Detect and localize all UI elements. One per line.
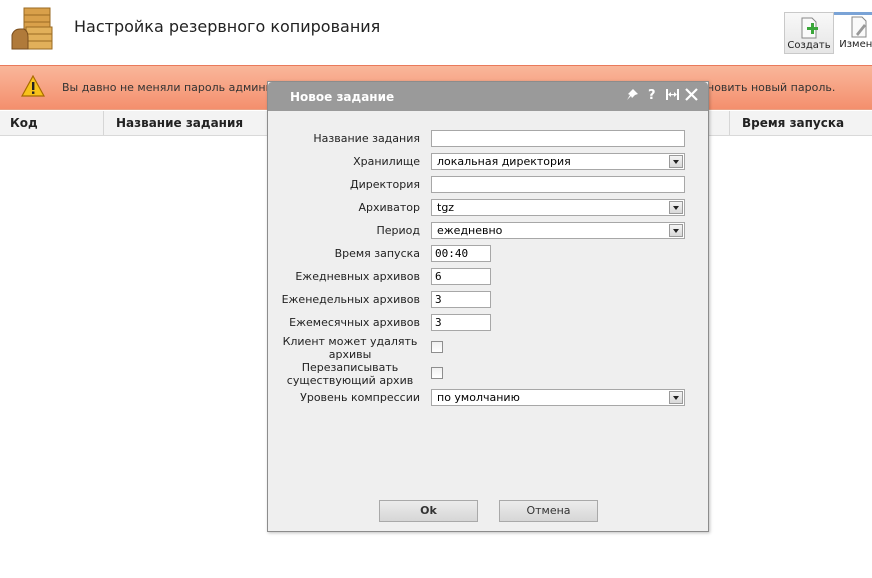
directory-label: Директория xyxy=(349,178,420,191)
monthly-archives-input[interactable] xyxy=(431,314,491,331)
column-header-code[interactable]: Код xyxy=(10,116,38,130)
chevron-down-icon[interactable] xyxy=(669,155,683,168)
edit-button-label: Измени xyxy=(839,39,872,50)
top-corner-decoration xyxy=(822,0,872,15)
daily-archives-label: Ежедневных архивов xyxy=(295,270,420,283)
edit-document-icon xyxy=(851,16,867,38)
job-name-label: Название задания xyxy=(313,132,420,145)
archiver-select[interactable]: tgz xyxy=(431,199,685,216)
new-job-dialog: Новое задание ? Название задания Хранили… xyxy=(267,81,709,532)
edit-button[interactable]: Измени xyxy=(836,12,872,54)
job-name-input[interactable] xyxy=(431,130,685,147)
storage-label: Хранилище xyxy=(353,155,420,168)
client-can-delete-checkbox[interactable] xyxy=(431,341,443,353)
close-icon[interactable] xyxy=(685,88,698,106)
column-header-job-name[interactable]: Название задания xyxy=(116,116,243,130)
archiver-select-value: tgz xyxy=(437,201,455,214)
cancel-button[interactable]: Отмена xyxy=(499,500,598,522)
chevron-down-icon[interactable] xyxy=(669,391,683,404)
storage-select-value: локальная директория xyxy=(437,155,571,168)
chevron-down-icon[interactable] xyxy=(669,224,683,237)
page-title: Настройка резервного копирования xyxy=(74,17,381,36)
storage-select[interactable]: локальная директория xyxy=(431,153,685,170)
overwrite-existing-checkbox[interactable] xyxy=(431,367,443,379)
create-button[interactable]: Создать xyxy=(784,12,834,54)
compression-level-select[interactable]: по умолчанию xyxy=(431,389,685,406)
compression-level-select-value: по умолчанию xyxy=(437,391,520,404)
help-icon[interactable]: ? xyxy=(648,88,656,104)
period-select-value: ежедневно xyxy=(437,224,503,237)
ok-button[interactable]: Ok xyxy=(379,500,478,522)
period-label: Период xyxy=(376,224,420,237)
compression-level-label: Уровень компрессии xyxy=(300,391,420,404)
dialog-titlebar[interactable]: Новое задание ? xyxy=(268,82,708,111)
pin-icon[interactable] xyxy=(626,88,639,106)
archive-boxes-icon xyxy=(10,5,56,51)
warning-link-text[interactable]: новить новый пароль. xyxy=(707,81,835,94)
overwrite-existing-label: Перезаписывать существующий архив xyxy=(286,361,414,387)
directory-input[interactable] xyxy=(431,176,685,193)
app-header: Настройка резервного копирования Создать… xyxy=(0,0,872,66)
archiver-label: Архиватор xyxy=(358,201,420,214)
chevron-down-icon[interactable] xyxy=(669,201,683,214)
resize-icon[interactable] xyxy=(665,88,680,106)
client-can-delete-label: Клиент может удалять архивы xyxy=(282,335,418,361)
warning-icon xyxy=(20,74,46,101)
create-button-label: Создать xyxy=(787,40,831,51)
column-divider xyxy=(103,111,104,135)
weekly-archives-input[interactable] xyxy=(431,291,491,308)
dialog-title: Новое задание xyxy=(290,90,395,104)
start-time-input[interactable] xyxy=(431,245,491,262)
daily-archives-input[interactable] xyxy=(431,268,491,285)
start-time-label: Время запуска xyxy=(334,247,420,260)
weekly-archives-label: Еженедельных архивов xyxy=(281,293,420,306)
period-select[interactable]: ежедневно xyxy=(431,222,685,239)
monthly-archives-label: Ежемесячных архивов xyxy=(289,316,420,329)
column-header-start-time[interactable]: Время запуска xyxy=(742,116,844,130)
column-divider xyxy=(729,111,730,135)
add-document-icon xyxy=(801,17,818,39)
